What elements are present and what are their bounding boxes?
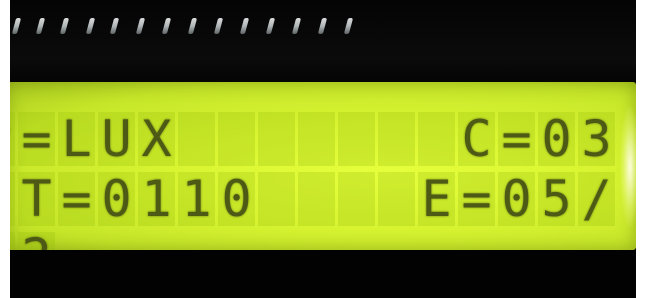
lcd-char-cell — [338, 172, 375, 226]
header-pin — [343, 18, 354, 34]
header-pin — [85, 18, 96, 34]
lcd-char-cell: / — [578, 172, 615, 226]
header-pin — [265, 18, 276, 34]
lcd-char-cell: 0 — [0, 172, 15, 226]
lcd-char-cell: 3 — [578, 112, 615, 166]
lcd-char-cell: 0 — [218, 172, 255, 226]
lcd-char-cell: = — [58, 172, 95, 226]
header-pin — [109, 18, 120, 34]
header-pin — [11, 18, 22, 34]
header-pin — [161, 18, 172, 34]
lcd-char-cell: X — [138, 112, 175, 166]
lcd-char-cell: 1 — [138, 172, 175, 226]
lcd-char-cell: 5 — [538, 172, 575, 226]
lcd-char-cell — [298, 172, 335, 226]
lcd-char-cell: = — [498, 112, 535, 166]
lcd-char-cell — [298, 112, 335, 166]
lcd-char-cell: U — [98, 112, 135, 166]
lcd-char-cell — [338, 112, 375, 166]
header-pin — [317, 18, 328, 34]
lcd-char-cell — [258, 112, 295, 166]
pcb-bottom — [0, 250, 646, 298]
header-pin — [135, 18, 146, 34]
header-pin — [213, 18, 224, 34]
lcd-char-cell: P — [0, 112, 15, 166]
header-pin — [239, 18, 250, 34]
lcd-char-cell — [378, 112, 415, 166]
lcd-char-cell — [178, 112, 215, 166]
lcd-char-cell: 1 — [178, 172, 215, 226]
lcd-screen: P=LUX C=030T=0110 E=05/12 — [0, 82, 640, 282]
lcd-char-cell: 0 — [498, 172, 535, 226]
lcd-char-cell: 0 — [538, 112, 575, 166]
lcd-char-cell: C — [458, 112, 495, 166]
pin-header — [8, 10, 388, 40]
lcd-char-cell: E — [418, 172, 455, 226]
lcd-char-cell — [378, 172, 415, 226]
header-pin — [187, 18, 198, 34]
header-pin — [35, 18, 46, 34]
lcd-char-cell: = — [18, 112, 55, 166]
lcd-char-cell: 0 — [98, 172, 135, 226]
header-pin — [59, 18, 70, 34]
lcd-char-cell — [258, 172, 295, 226]
lcd-photo: P=LUX C=030T=0110 E=05/12 — [0, 0, 646, 298]
header-pin — [291, 18, 302, 34]
lcd-char-cell: L — [58, 112, 95, 166]
lcd-char-cell — [418, 112, 455, 166]
lcd-char-cell: T — [18, 172, 55, 226]
lcd-char-cell — [218, 112, 255, 166]
character-grid: P=LUX C=030T=0110 E=05/12 — [0, 112, 638, 282]
lcd-char-cell: = — [458, 172, 495, 226]
